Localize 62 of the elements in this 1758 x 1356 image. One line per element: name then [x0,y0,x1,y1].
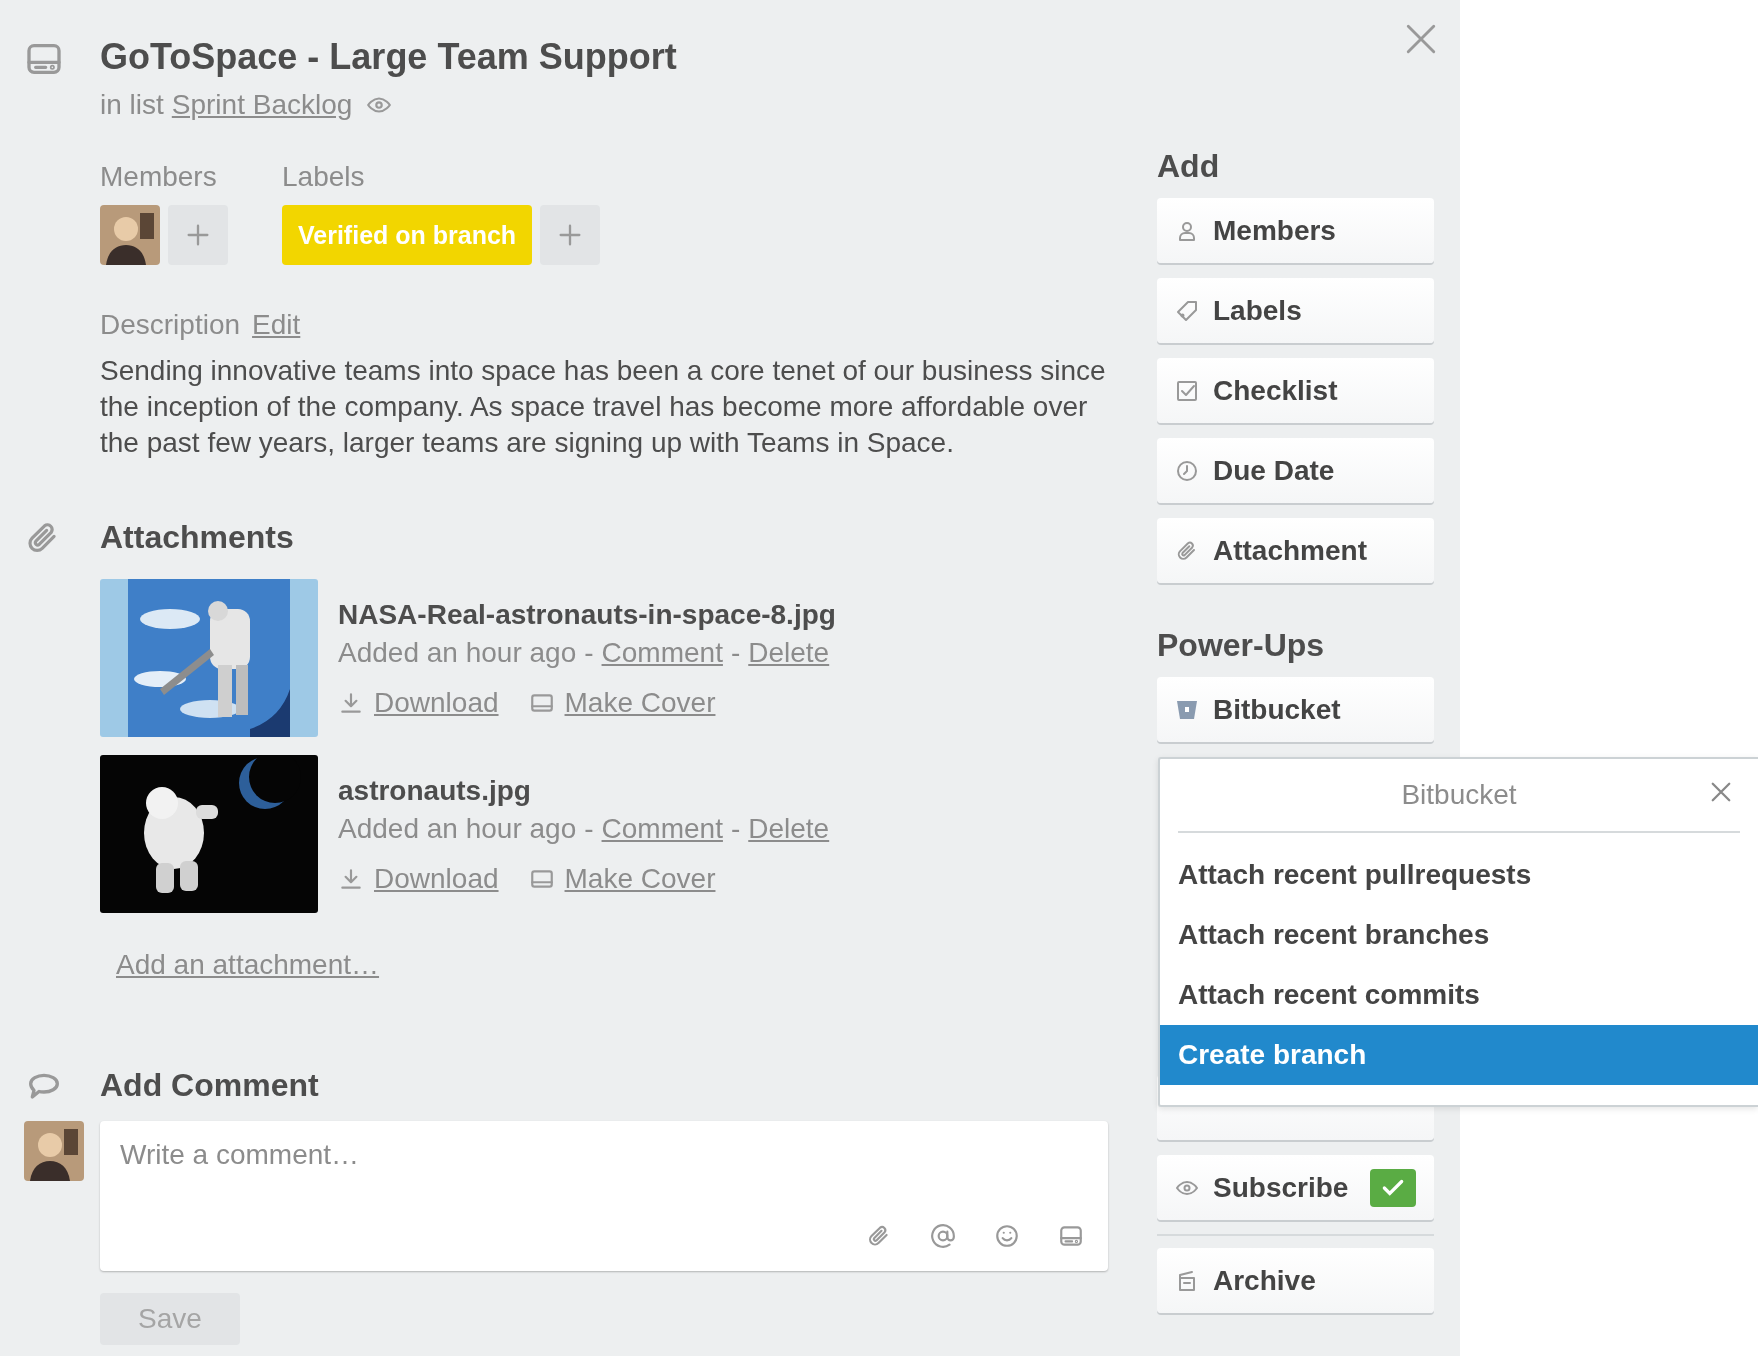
separator-text: - [584,813,594,845]
comment-link[interactable]: Comment [601,637,723,669]
download-icon [338,866,364,892]
labels-label: Labels [282,161,366,193]
attachment-time: Added an hour ago [338,813,577,845]
add-attachment-link[interactable]: Add an attachment… [116,949,380,981]
sidebar-button[interactable]: Checklist [1157,358,1434,423]
power-up-button[interactable]: Bitbucket [1157,677,1434,742]
sidebar-button[interactable]: Labels [1157,278,1434,343]
separator-text: - [730,637,741,669]
at-sign-icon [930,1223,956,1249]
sidebar-button[interactable]: Subscribe [1157,1155,1434,1220]
user-avatar [24,1121,84,1181]
card-button[interactable] [1058,1223,1084,1249]
edit-link[interactable]: Edit [252,309,301,341]
attachment-name: astronauts.jpg [338,775,532,807]
separator-text: - [730,813,741,845]
separator-text: - [584,637,594,669]
list-caption: in list [100,89,164,121]
add-label-button[interactable] [540,205,601,265]
description-text: Sending innovative teams into space has been a core tenet of our business since the inception of the company. As space travel has become more affordable over the past few years, larger teams are signing up with Teams in Space. [100,354,1107,460]
popup-title: Bitbucket [1401,779,1517,811]
download-link[interactable]: Download [374,863,499,895]
member-avatar [100,205,160,265]
menu-item[interactable]: Create branch [1160,1025,1758,1085]
close-icon [1404,22,1438,56]
description-label: Description [100,309,241,341]
add-comment-heading: Add Comment [100,1066,320,1105]
members-label: Members [100,161,218,193]
download-icon [338,690,364,716]
menu-item[interactable]: Attach recent commits [1160,965,1758,1025]
menu-item[interactable]: Attach recent branches [1160,905,1758,965]
attachments-heading: Attachments [100,518,295,557]
comment-field[interactable]: Write a comment… [100,1121,1108,1271]
clock-icon [1175,458,1199,483]
add-heading: Add [1157,147,1221,186]
attachment-time: Added an hour ago [338,637,577,669]
tag-icon [1175,298,1199,323]
add-member-button[interactable] [168,205,228,265]
save-button[interactable]: Save [100,1293,240,1345]
list-link[interactable]: Sprint Backlog [171,89,353,121]
delete-link[interactable]: Delete [748,813,830,845]
subscribed-checkbox[interactable] [1370,1168,1416,1207]
attachment-name: NASA-Real-astronauts-in-space-8.jpg [338,599,836,631]
smiley-icon [994,1223,1020,1249]
emoji-button[interactable] [994,1223,1020,1249]
download-link[interactable]: Download [374,687,499,719]
mention-button[interactable] [930,1223,956,1249]
sidebar-button[interactable]: Archive [1157,1248,1434,1313]
sidebar-button[interactable]: Attachment [1157,518,1434,583]
delete-link[interactable]: Delete [748,637,830,669]
card-icon [1058,1223,1084,1249]
sidebar-button[interactable]: Members [1157,198,1434,263]
make-cover-link[interactable]: Make Cover [564,863,716,895]
power-ups-heading: Power-Ups [1157,626,1326,665]
menu-item[interactable]: Attach recent pullrequests [1160,845,1758,905]
card-title: GoToSpace - Large Team Support [100,35,678,79]
close-icon [1710,781,1732,803]
sidebar-button[interactable]: Due Date [1157,438,1434,503]
checkbox-icon [1175,378,1199,403]
comment-link[interactable]: Comment [601,813,723,845]
make-cover-link[interactable]: Make Cover [564,687,716,719]
